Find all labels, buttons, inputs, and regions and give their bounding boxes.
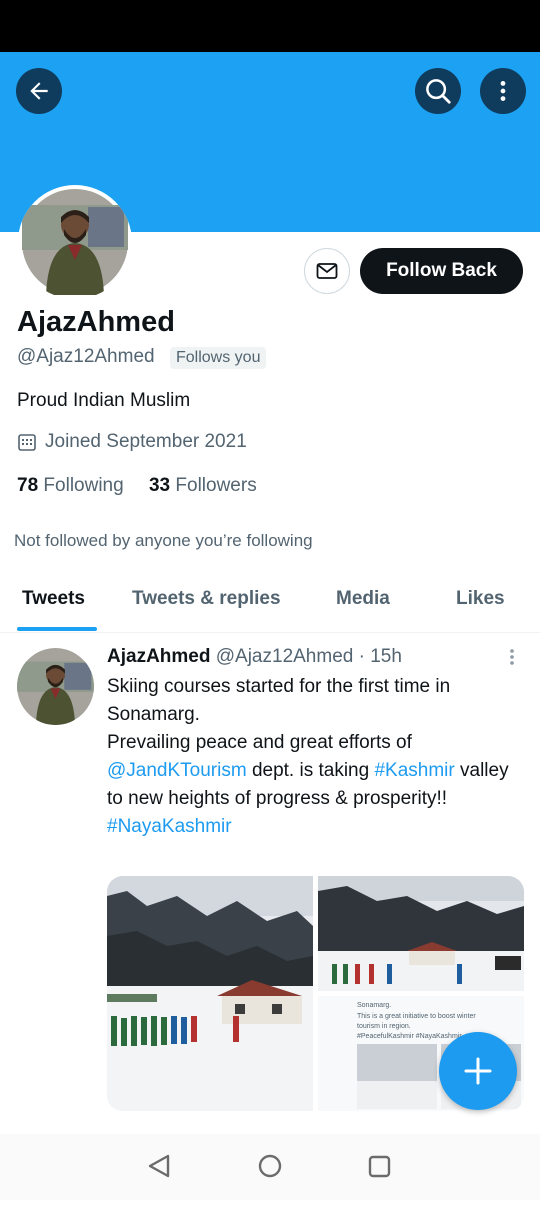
envelope-icon — [316, 263, 338, 279]
plus-icon — [464, 1057, 492, 1085]
active-tab-indicator — [17, 627, 97, 631]
embedded-text-1: Sonamarg. — [357, 1002, 391, 1009]
media-image-1 — [107, 876, 313, 1111]
embedded-text-3: tourism in region. — [357, 1023, 411, 1030]
android-nav-bar — [0, 1134, 540, 1200]
embedded-text-4: #PeacefulKashmir #NayaKashmir — [357, 1033, 462, 1040]
tab-tweets-replies[interactable]: Tweets & replies — [132, 588, 281, 610]
tweet-more-button[interactable] — [504, 648, 520, 673]
tab-likes[interactable]: Likes — [456, 588, 505, 610]
tweet-line-2-mid: dept. is taking — [246, 760, 375, 781]
hashtag-nayakashmir[interactable]: #NayaKashmir — [107, 816, 232, 837]
not-followed-text: Not followed by anyone you’re following — [14, 531, 313, 550]
more-vertical-icon — [510, 649, 514, 665]
follows-you-badge: Follows you — [170, 347, 267, 369]
hashtag-kashmir[interactable]: #Kashmir — [374, 760, 454, 781]
tweet-author[interactable]: AjazAhmed — [107, 646, 210, 667]
nav-recents-icon[interactable] — [368, 1155, 391, 1178]
mention-link[interactable]: @JandKTourism — [107, 760, 247, 781]
tab-media[interactable]: Media — [336, 588, 390, 610]
profile-bio: Proud Indian Muslim — [17, 390, 191, 411]
followers-link[interactable]: 33 Followers — [149, 475, 257, 496]
embedded-text-2: This is a great initiative to boost wint… — [357, 1013, 476, 1020]
tweet-handle: @Ajaz12Ahmed — [215, 646, 354, 667]
tweet-line-1: Skiing courses started for the first tim… — [107, 676, 451, 725]
back-button[interactable] — [16, 68, 62, 114]
joined-text: Joined September 2021 — [45, 431, 247, 452]
profile-avatar[interactable] — [18, 185, 132, 299]
search-button[interactable] — [415, 68, 461, 114]
nav-home-icon[interactable] — [258, 1154, 282, 1178]
tweet-avatar[interactable] — [17, 648, 94, 725]
joined-date: Joined September 2021 — [17, 431, 247, 453]
following-link[interactable]: 78 Following — [17, 475, 124, 496]
profile-tabs: Tweets Tweets & replies Media Likes — [0, 576, 540, 633]
more-button[interactable] — [480, 68, 526, 114]
tweet-time: 15h — [370, 646, 402, 667]
tab-tweets[interactable]: Tweets — [22, 588, 85, 610]
tweet-line-2-pre: Prevailing peace and great efforts of — [107, 732, 412, 753]
tweet-actions — [107, 1124, 507, 1134]
arrow-left-icon — [30, 82, 48, 100]
tweet-text: Skiing courses started for the first tim… — [107, 673, 517, 841]
compose-tweet-button[interactable] — [439, 1032, 517, 1110]
message-button[interactable] — [304, 248, 350, 294]
more-vertical-icon — [500, 81, 506, 101]
search-icon — [426, 79, 451, 104]
nav-back-icon[interactable] — [148, 1154, 170, 1178]
calendar-icon — [18, 434, 36, 451]
follow-back-button[interactable]: Follow Back — [360, 248, 523, 294]
profile-handle: @Ajaz12Ahmed — [17, 346, 155, 367]
tweet-separator: · — [358, 646, 365, 667]
follow-counts: 78 Following 33 Followers — [17, 475, 257, 497]
tweet-header: AjazAhmed @Ajaz12Ahmed · 15h — [107, 646, 402, 668]
status-bar — [0, 0, 540, 52]
profile-name: AjazAhmed — [17, 306, 175, 338]
media-image-2 — [318, 876, 524, 991]
